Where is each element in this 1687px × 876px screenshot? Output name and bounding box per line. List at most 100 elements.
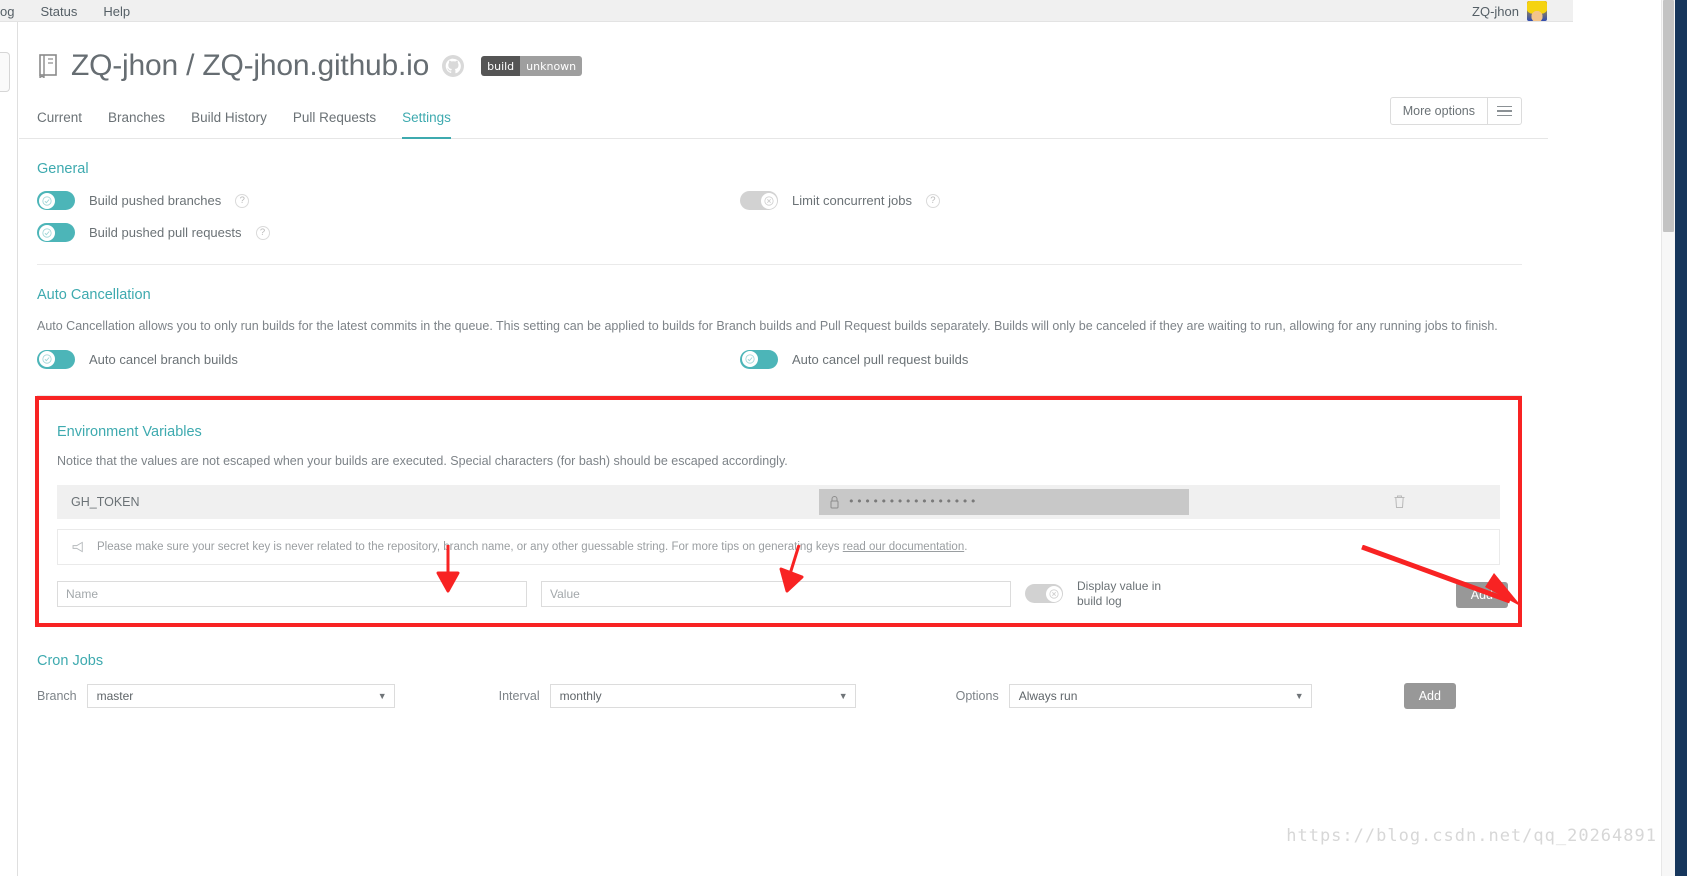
general-section: General Build pushed branches ? Limit co… bbox=[19, 161, 1548, 265]
env-var-actions bbox=[1189, 494, 1486, 509]
tab-build-history[interactable]: Build History bbox=[191, 109, 267, 139]
cron-branch-value: master bbox=[96, 688, 134, 703]
cron-jobs-title: Cron Jobs bbox=[37, 652, 104, 669]
cron-options-value: Always run bbox=[1018, 688, 1078, 703]
more-options-label: More options bbox=[1402, 104, 1475, 118]
toggle-label: Auto cancel pull request builds bbox=[792, 351, 969, 367]
book-icon bbox=[39, 54, 57, 78]
cron-options-select[interactable]: Always run ▼ bbox=[1008, 683, 1312, 708]
cron-jobs-controls: Branch master ▼ Interval monthly ▼ Optio… bbox=[37, 682, 1522, 709]
switch-knob bbox=[1045, 585, 1062, 602]
page-root: og Status Help ZQ-jhon ZQ-jhon / ZQ-jhon… bbox=[0, 0, 1687, 876]
background-window-strip bbox=[1675, 0, 1687, 876]
page-title: ZQ-jhon / ZQ-jhon.github.io bbox=[71, 49, 430, 82]
toggle-label: Build pushed branches bbox=[89, 193, 222, 208]
toggle-build-pushed-pull-requests[interactable]: Build pushed pull requests ? bbox=[37, 223, 732, 242]
switch-knob bbox=[741, 351, 758, 368]
browser-top-bar: og Status Help ZQ-jhon bbox=[0, 0, 1573, 22]
tab-settings[interactable]: Settings bbox=[402, 109, 451, 139]
table-row: GH_TOKEN •••••••••••••••• bbox=[57, 484, 1500, 519]
help-icon[interactable]: ? bbox=[235, 193, 250, 208]
environment-variables-title: Environment Variables bbox=[57, 423, 202, 440]
tab-bar: Current Branches Build History Pull Requ… bbox=[19, 97, 1548, 139]
check-icon bbox=[41, 354, 52, 364]
env-var-masked-value: •••••••••••••••• bbox=[848, 495, 978, 508]
help-icon[interactable]: ? bbox=[925, 193, 940, 208]
hamburger-icon bbox=[1487, 98, 1521, 124]
cross-icon bbox=[1048, 588, 1059, 599]
browser-left-rail bbox=[0, 22, 18, 876]
watermark: https://blog.csdn.net/qq_20264891 bbox=[1286, 826, 1657, 846]
main-content: ZQ-jhon / ZQ-jhon.github.io build unknow… bbox=[19, 23, 1548, 876]
toggle-build-pushed-branches[interactable]: Build pushed branches ? bbox=[37, 191, 732, 210]
lock-icon bbox=[830, 495, 839, 508]
auto-cancellation-description: Auto Cancellation allows you to only run… bbox=[37, 319, 1498, 333]
environment-variables-section: Environment Variables Notice that the va… bbox=[51, 424, 1506, 609]
auto-cancellation-title: Auto Cancellation bbox=[37, 287, 151, 303]
user-avatar[interactable] bbox=[1527, 1, 1547, 21]
check-icon bbox=[744, 354, 755, 364]
switch-auto-cancel-branch-builds[interactable] bbox=[37, 349, 75, 369]
switch-knob bbox=[38, 224, 55, 241]
tab-branches[interactable]: Branches bbox=[108, 109, 165, 139]
switch-knob bbox=[760, 192, 777, 209]
switch-knob bbox=[38, 351, 55, 368]
toggle-label: Build pushed pull requests bbox=[89, 225, 242, 240]
env-name-input[interactable] bbox=[57, 580, 527, 607]
general-toggles: Build pushed branches ? Limit concurrent… bbox=[37, 191, 1522, 242]
cron-interval-value: monthly bbox=[559, 688, 602, 703]
account-area: ZQ-jhon bbox=[1472, 0, 1547, 22]
cron-options-field: Options Always run ▼ bbox=[955, 683, 1312, 708]
secret-key-note: Please make sure your secret key is neve… bbox=[57, 528, 1500, 565]
env-var-name: GH_TOKEN bbox=[71, 494, 140, 509]
env-var-add-form: Display value in build log bbox=[57, 579, 1500, 609]
cron-interval-label: Interval bbox=[498, 688, 540, 703]
badge-value: unknown bbox=[520, 56, 583, 76]
github-icon[interactable] bbox=[441, 54, 465, 78]
documentation-link[interactable]: read our documentation bbox=[843, 541, 964, 553]
cron-branch-select[interactable]: master ▼ bbox=[86, 683, 395, 708]
check-icon bbox=[41, 227, 52, 238]
more-options-button[interactable]: More options bbox=[1389, 97, 1522, 125]
chevron-down-icon: ▼ bbox=[838, 690, 848, 701]
toggle-limit-concurrent-jobs[interactable]: Limit concurrent jobs ? bbox=[732, 191, 1522, 210]
switch-build-pushed-pull-requests[interactable] bbox=[37, 223, 75, 242]
divider bbox=[37, 264, 1522, 265]
cron-add-button[interactable]: Add bbox=[1403, 682, 1456, 709]
cron-options-label: Options bbox=[955, 688, 999, 703]
tab-current[interactable]: Current bbox=[37, 109, 82, 139]
display-value-label: Display value in build log bbox=[1077, 578, 1162, 608]
menu-item-status[interactable]: Status bbox=[40, 4, 77, 19]
chevron-down-icon: ▼ bbox=[1294, 690, 1304, 701]
cron-interval-field: Interval monthly ▼ bbox=[498, 683, 856, 708]
toggle-auto-cancel-pull-request-builds[interactable]: Auto cancel pull request builds bbox=[732, 349, 1522, 369]
megaphone-icon bbox=[72, 541, 83, 552]
menu-item-help[interactable]: Help bbox=[103, 4, 130, 19]
account-name[interactable]: ZQ-jhon bbox=[1472, 4, 1519, 19]
help-icon[interactable]: ? bbox=[255, 225, 270, 240]
browser-menu: og Status Help bbox=[0, 0, 130, 22]
toggle-label: Limit concurrent jobs bbox=[792, 193, 912, 208]
switch-auto-cancel-pull-request-builds[interactable] bbox=[740, 349, 778, 369]
switch-limit-concurrent-jobs[interactable] bbox=[740, 191, 778, 210]
badge-label: build bbox=[481, 56, 521, 76]
sidebar-collapsed-tab[interactable] bbox=[0, 52, 10, 92]
auto-cancellation-section: Auto Cancellation Auto Cancellation allo… bbox=[19, 287, 1548, 396]
env-value-input[interactable] bbox=[541, 580, 1011, 607]
scrollbar-thumb[interactable] bbox=[1663, 0, 1674, 232]
secret-key-note-text: Please make sure your secret key is neve… bbox=[97, 540, 968, 553]
tab-pull-requests[interactable]: Pull Requests bbox=[293, 109, 376, 139]
cron-interval-select[interactable]: monthly ▼ bbox=[549, 683, 856, 708]
switch-build-pushed-branches[interactable] bbox=[37, 191, 75, 210]
environment-variables-highlight: Environment Variables Notice that the va… bbox=[35, 395, 1522, 627]
env-var-value: •••••••••••••••• bbox=[819, 488, 1189, 515]
cron-branch-label: Branch bbox=[37, 688, 77, 703]
cron-jobs-section: Cron Jobs Branch master ▼ Interval month… bbox=[19, 653, 1548, 709]
menu-item-og[interactable]: og bbox=[0, 4, 14, 19]
toggle-auto-cancel-branch-builds[interactable]: Auto cancel branch builds bbox=[37, 349, 732, 369]
cross-icon bbox=[763, 195, 774, 206]
switch-display-value-in-build-log[interactable] bbox=[1025, 584, 1063, 603]
cron-branch-field: Branch master ▼ bbox=[37, 683, 395, 708]
env-add-button[interactable]: Add bbox=[1455, 581, 1508, 608]
trash-icon[interactable] bbox=[1393, 494, 1406, 509]
